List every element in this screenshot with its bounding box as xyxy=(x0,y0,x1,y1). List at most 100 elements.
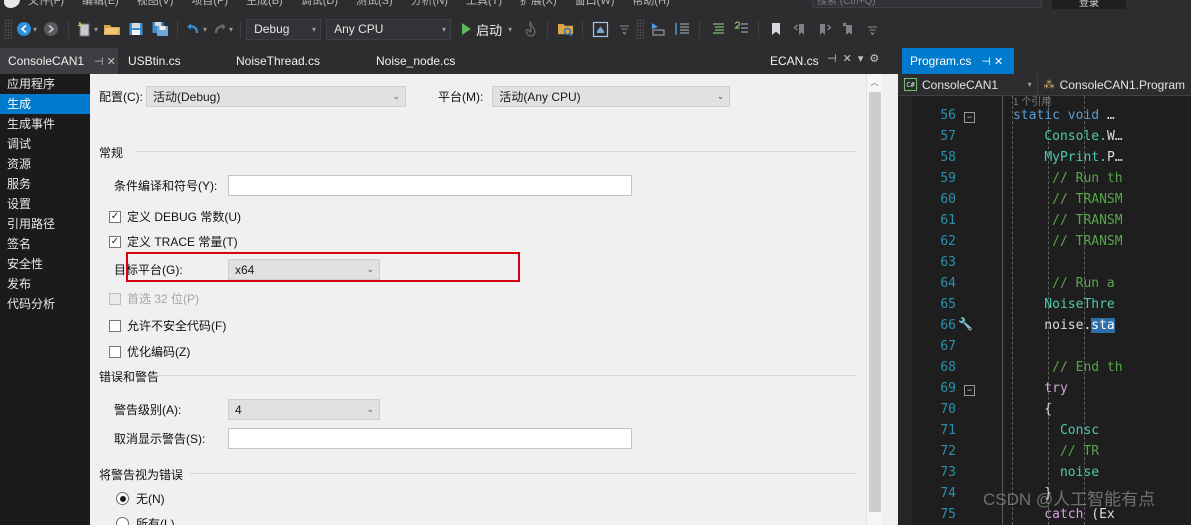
menu-item-9[interactable]: 扩展(X) xyxy=(520,0,557,7)
menu-item-6[interactable]: 测试(S) xyxy=(356,0,393,7)
undo-button[interactable]: ▾ xyxy=(183,17,209,41)
code-lens-reference-count[interactable]: 1 个引用 xyxy=(1013,96,1051,108)
configuration-dropdown[interactable]: 活动(Debug) ⌄ xyxy=(146,86,406,107)
menu-item-10[interactable]: 窗口(W) xyxy=(575,0,615,7)
collapse-icon[interactable]: − xyxy=(964,385,975,396)
warnings-none-radio[interactable] xyxy=(116,492,129,505)
suppress-warnings-input[interactable] xyxy=(228,428,632,449)
optimize-code-checkbox[interactable] xyxy=(109,345,121,358)
new-item-button[interactable]: ▾ xyxy=(74,17,100,41)
save-all-button[interactable] xyxy=(148,17,172,41)
document-tab[interactable]: NoiseThread.cs xyxy=(228,48,338,74)
toolbar-overflow-button[interactable] xyxy=(612,17,636,41)
back-dropdown-caret-icon[interactable]: ▾ xyxy=(33,25,37,34)
live-share-button[interactable] xyxy=(588,17,612,41)
next-bookmark-button[interactable] xyxy=(812,17,836,41)
warnings-all-radio-row[interactable]: 所有(L) xyxy=(116,515,175,525)
open-file-button[interactable] xyxy=(100,17,124,41)
properties-category-8[interactable]: 签名 xyxy=(0,234,90,254)
solution-configuration-dropdown[interactable]: Debug ▾ xyxy=(246,18,322,40)
scroll-up-arrow-icon[interactable]: ︿ xyxy=(867,74,882,90)
conditional-symbols-input[interactable] xyxy=(228,175,632,196)
close-icon[interactable]: ✕ xyxy=(994,55,1003,68)
pin-icon[interactable]: ⊣ xyxy=(827,52,837,65)
define-trace-checkbox[interactable]: ✓ xyxy=(109,235,121,248)
properties-category-11[interactable]: 代码分析 xyxy=(0,294,90,314)
tab-list-chevron-icon[interactable]: ▾ xyxy=(858,52,864,65)
optimize-code-checkbox-row[interactable]: 优化编码(Z) xyxy=(109,343,190,360)
collapse-icon[interactable]: − xyxy=(964,112,975,123)
project-selector-dropdown[interactable]: C# ConsoleCAN1 ▾ xyxy=(898,73,1038,96)
warnings-none-radio-row[interactable]: 无(N) xyxy=(116,490,165,507)
menu-item-7[interactable]: 分析(N) xyxy=(411,0,448,7)
code-text-area[interactable]: 1 个引用 56− static void … 57 Console.W… 58 My… xyxy=(898,96,1191,525)
toolbar-grip[interactable] xyxy=(4,19,12,39)
redo-caret-icon[interactable]: ▾ xyxy=(229,25,233,34)
step-into-button[interactable] xyxy=(646,17,670,41)
document-tab[interactable]: USBtin.cs xyxy=(120,48,208,74)
sign-in-button[interactable]: 登录 xyxy=(1052,0,1126,9)
find-in-folder-button[interactable] xyxy=(553,17,577,41)
undo-caret-icon[interactable]: ▾ xyxy=(203,25,207,34)
previous-bookmark-button[interactable] xyxy=(788,17,812,41)
wrench-icon[interactable]: 🔧 xyxy=(958,317,973,331)
document-tab[interactable]: ECAN.cs xyxy=(762,48,824,74)
properties-category-0[interactable]: 应用程序 xyxy=(0,74,90,94)
editor-indicator-margin[interactable] xyxy=(898,96,912,525)
define-debug-checkbox-row[interactable]: ✓ 定义 DEBUG 常数(U) xyxy=(109,208,241,225)
properties-category-7[interactable]: 引用路径 xyxy=(0,214,90,234)
quick-search-input[interactable]: 搜索 (Ctrl+Q) xyxy=(812,0,1042,8)
properties-category-9[interactable]: 安全性 xyxy=(0,254,90,274)
close-icon[interactable]: ✕ xyxy=(843,52,852,65)
properties-category-4[interactable]: 资源 xyxy=(0,154,90,174)
navigate-back-button[interactable]: ▾ xyxy=(14,17,39,41)
scrollbar-thumb[interactable] xyxy=(869,92,881,512)
hot-reload-button[interactable] xyxy=(518,17,542,41)
navigate-forward-button[interactable] xyxy=(39,17,63,41)
gear-icon[interactable]: ⚙ xyxy=(869,52,879,65)
define-trace-checkbox-row[interactable]: ✓ 定义 TRACE 常量(T) xyxy=(109,233,238,250)
comment-button[interactable] xyxy=(705,17,729,41)
solution-platform-dropdown[interactable]: Any CPU ▾ xyxy=(326,18,452,40)
properties-category-2[interactable]: 生成事件 xyxy=(0,114,90,134)
warning-level-dropdown[interactable]: 4 ⌄ xyxy=(228,399,380,420)
properties-category-3[interactable]: 调试 xyxy=(0,134,90,154)
document-tab[interactable]: ConsoleCAN1 ⊣ ✕ xyxy=(0,48,118,74)
menu-item-5[interactable]: 调试(D) xyxy=(301,0,338,7)
start-dropdown-caret-icon[interactable]: ▾ xyxy=(508,25,512,34)
define-debug-checkbox[interactable]: ✓ xyxy=(109,210,121,223)
properties-category-1[interactable]: 生成 xyxy=(0,94,97,114)
toolbar-grip[interactable] xyxy=(636,19,645,39)
pin-icon[interactable]: ⊣ xyxy=(981,55,991,68)
platform-dropdown[interactable]: 活动(Any CPU) ⌄ xyxy=(492,86,731,107)
menu-item-4[interactable]: 生成(B) xyxy=(246,0,283,7)
menu-item-2[interactable]: 视图(V) xyxy=(137,0,174,7)
clear-bookmarks-button[interactable] xyxy=(836,17,860,41)
pin-icon[interactable]: ⊣ xyxy=(94,55,104,68)
allow-unsafe-checkbox[interactable] xyxy=(109,319,121,332)
menu-item-11[interactable]: 帮助(H) xyxy=(632,0,669,7)
properties-vertical-scrollbar[interactable]: ︿ xyxy=(866,74,882,525)
toggle-bookmark-button[interactable] xyxy=(764,17,788,41)
document-tab[interactable]: Program.cs ⊣ ✕ xyxy=(902,48,1014,74)
warnings-all-radio[interactable] xyxy=(116,517,129,525)
menu-item-0[interactable]: 文件(F) xyxy=(28,0,64,7)
uncomment-button[interactable] xyxy=(729,17,753,41)
menu-item-3[interactable]: 项目(P) xyxy=(191,0,228,7)
menu-item-8[interactable]: 工具(T) xyxy=(466,0,502,7)
target-platform-dropdown[interactable]: x64 ⌄ xyxy=(228,259,380,280)
properties-category-5[interactable]: 服务 xyxy=(0,174,90,194)
document-tab[interactable]: Noise_node.cs xyxy=(368,48,473,74)
menu-item-1[interactable]: 编辑(E) xyxy=(82,0,119,7)
indent-button[interactable] xyxy=(670,17,694,41)
properties-category-6[interactable]: 设置 xyxy=(0,194,90,214)
save-button[interactable] xyxy=(124,17,148,41)
member-selector-dropdown[interactable]: ⁂ ConsoleCAN1.Program xyxy=(1038,74,1191,96)
start-debug-button[interactable]: 启动 ▾ xyxy=(456,20,518,39)
close-icon[interactable]: ✕ xyxy=(107,55,116,68)
toolbar-options-button[interactable] xyxy=(860,17,884,41)
allow-unsafe-checkbox-row[interactable]: 允许不安全代码(F) xyxy=(109,317,226,334)
redo-button[interactable]: ▾ xyxy=(209,17,235,41)
new-item-caret-icon[interactable]: ▾ xyxy=(94,25,98,34)
properties-category-10[interactable]: 发布 xyxy=(0,274,90,294)
